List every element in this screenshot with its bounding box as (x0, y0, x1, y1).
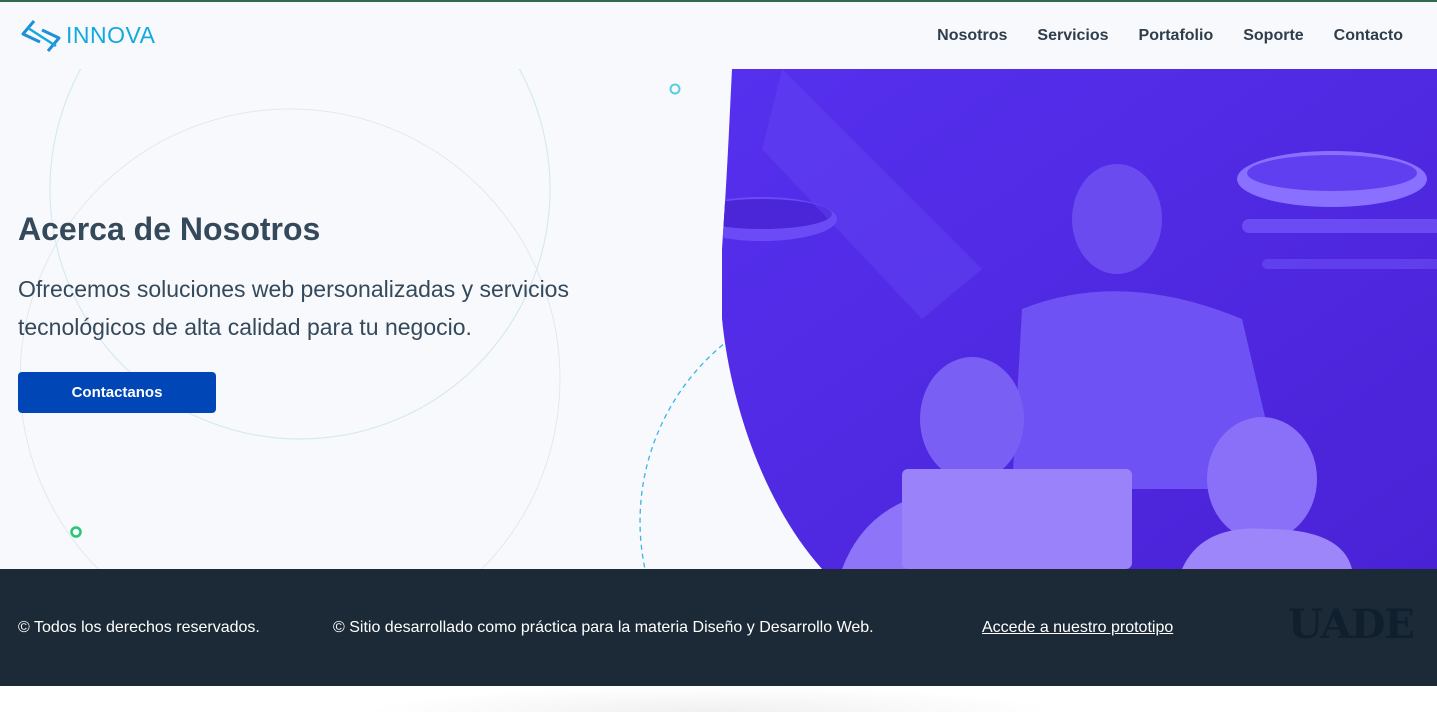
page-bottom (0, 686, 1437, 712)
hero-text: Acerca de Nosotros Ofrecemos soluciones … (18, 211, 658, 346)
hero-title: Acerca de Nosotros (18, 211, 321, 247)
brand[interactable]: INNOVA (20, 18, 155, 54)
prototype-link[interactable]: Accede a nuestro prototipo (982, 619, 1173, 637)
nav-item-soporte[interactable]: Soporte (1243, 27, 1303, 45)
innova-logo-icon (21, 19, 61, 52)
hero-subtitle-line2: tecnológicos de alta calidad para tu neg… (18, 314, 472, 340)
hero-section: Acerca de Nosotros Ofrecemos soluciones … (0, 69, 1437, 569)
contact-button[interactable]: Contactanos (18, 372, 216, 413)
navbar: INNOVA Nosotros Servicios Portafolio Sop… (0, 2, 1437, 69)
brand-name: INNOVA (66, 22, 156, 48)
nav-item-nosotros[interactable]: Nosotros (937, 27, 1007, 45)
footer: © Todos los derechos reservados. © Sitio… (0, 569, 1437, 686)
copyright-text: © Todos los derechos reservados. (18, 619, 260, 636)
nav-item-servicios[interactable]: Servicios (1037, 27, 1108, 45)
credit-text: © Sitio desarrollado como práctica para … (333, 619, 874, 636)
hero-subtitle-line1: Ofrecemos soluciones web personalizadas … (18, 276, 569, 302)
main-menu: Nosotros Servicios Portafolio Soporte Co… (937, 27, 1403, 45)
nav-item-portafolio[interactable]: Portafolio (1139, 27, 1214, 45)
bottom-shadow (360, 686, 1060, 712)
team-photo (722, 69, 1437, 569)
nav-item-contacto[interactable]: Contacto (1334, 27, 1403, 45)
uade-logo: UADE (1288, 601, 1415, 648)
hero-subtitle: Ofrecemos soluciones web personalizadas … (18, 270, 658, 346)
